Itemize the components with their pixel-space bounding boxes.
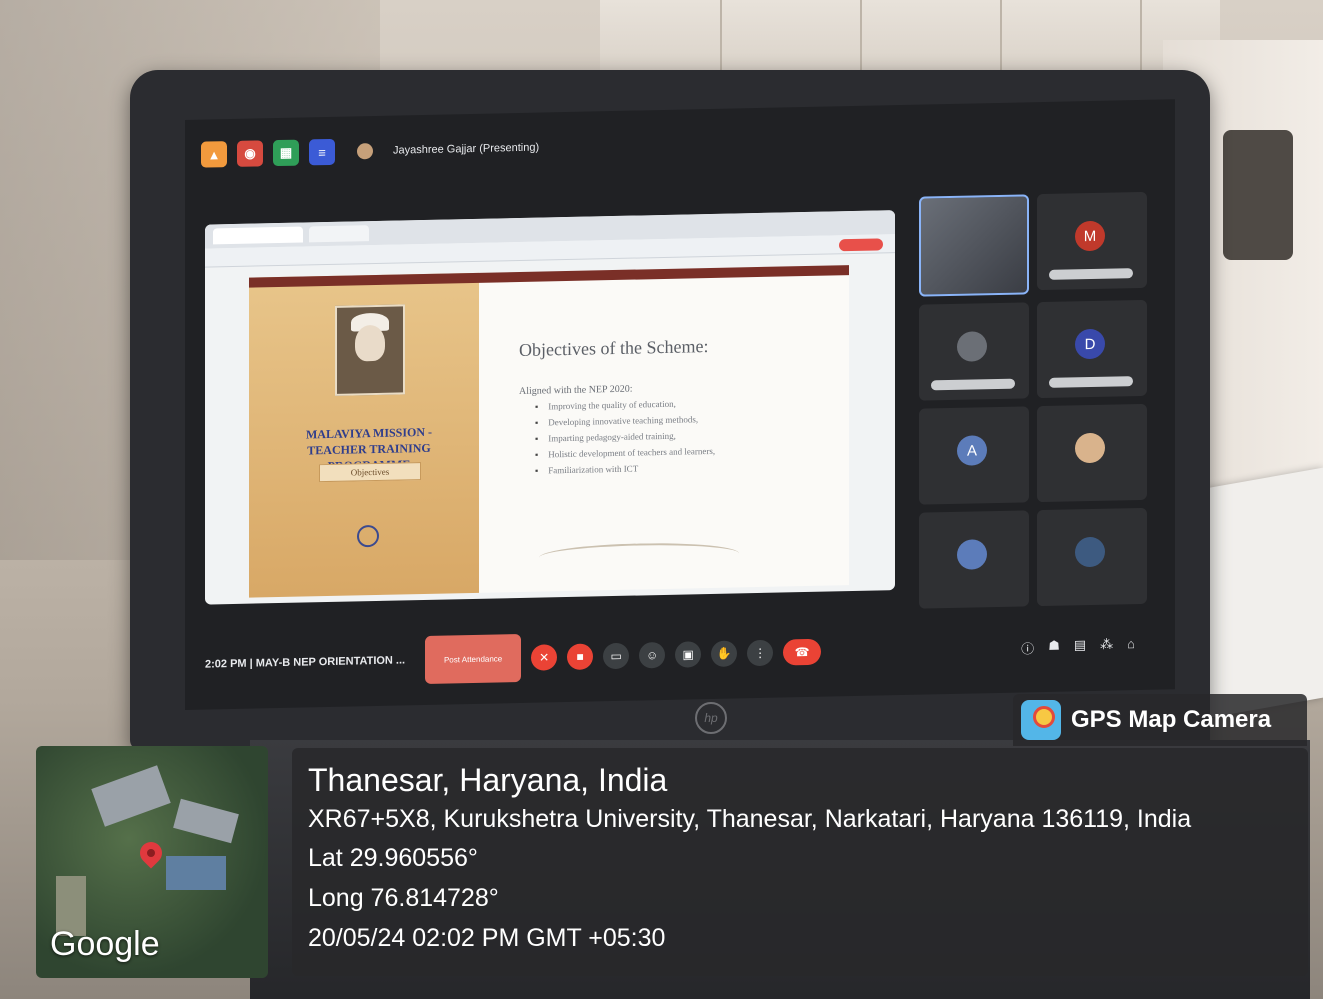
emblem-icon [357,524,379,548]
participant-tile-camera[interactable] [919,194,1029,297]
participant-grid: M D A [919,191,1149,609]
end-call-button[interactable]: ☎ [783,638,822,666]
gps-info-panel: Thanesar, Haryana, India XR67+5X8, Kuruk… [292,748,1308,976]
more-options-icon[interactable]: ⋮ [747,639,774,667]
avatar [1075,432,1105,464]
name-chip [931,378,1015,391]
list-item: Familiarization with ICT [535,462,715,482]
gps-badge-title: GPS Map Camera [1071,706,1272,733]
hp-logo: hp [695,702,727,734]
meet-screen: ▲ ◉ ▦ ≡ Jayashree Gajjar (Presenting) MA… [185,99,1175,711]
emoji-icon[interactable]: ☺ [639,641,666,669]
raise-hand-icon[interactable]: ✋ [711,640,738,667]
participant-tile[interactable] [1037,403,1147,503]
sheets-icon[interactable]: ▦ [273,139,299,167]
gps-badge: GPS Map Camera [1013,694,1307,746]
participant-tile[interactable]: D [1037,299,1147,399]
chair [1223,130,1293,260]
satellite-map-thumbnail: Google [36,746,268,978]
participant-tile[interactable]: M [1037,191,1147,291]
lock-icon[interactable]: ⌂ [1127,636,1135,655]
gps-map-camera-icon [1021,700,1061,740]
participant-tile[interactable]: A [919,406,1029,505]
address: XR67+5X8, Kurukshetra University, Thanes… [308,805,1192,833]
app-icon-orange[interactable]: ▲ [201,141,227,168]
record-icon[interactable]: ◉ [237,140,263,167]
avatar: A [957,435,987,466]
chat-icon[interactable]: ▤ [1074,637,1086,656]
place-name: Thanesar, Haryana, India [308,762,668,798]
participant-tile[interactable] [1037,507,1147,607]
participant-tile[interactable] [919,302,1029,401]
post-attendance-button[interactable]: Post Attendance [425,633,522,684]
right-controls: ⓘ ☗ ▤ ⁂ ⌂ [1021,636,1135,657]
name-chip [1049,268,1133,280]
avatar [957,331,987,362]
meet-top-bar: ▲ ◉ ▦ ≡ Jayashree Gajjar (Presenting) [201,135,539,168]
slideshow-button[interactable] [839,238,883,252]
avatar: M [1075,220,1105,252]
slide-heading: Objectives of the Scheme: [519,336,709,361]
participant-tile-others[interactable] [919,510,1029,609]
avatar: D [1075,328,1105,360]
camera-off-icon[interactable]: ■ [567,643,594,670]
slide-cover: MALAVIYA MISSION - TEACHER TRAINING PROG… [249,272,479,598]
browser-tab[interactable] [309,225,369,243]
docs-icon[interactable]: ≡ [309,138,335,166]
mic-off-icon[interactable]: ✕ [531,644,558,671]
portrait-image [335,304,405,396]
browser-tab[interactable] [213,226,303,245]
slide-subheading: Aligned with the NEP 2020: [519,383,633,398]
captions-icon[interactable]: ▭ [603,642,630,670]
meeting-time-title: 2:02 PM | MAY-B NEP ORIENTATION ... [205,654,406,671]
meet-controls: 2:02 PM | MAY-B NEP ORIENTATION ... Post… [205,620,1155,690]
avatar [957,539,987,570]
longitude: Long 76.814728° [308,884,499,912]
slide-content: Objectives of the Scheme: Aligned with t… [479,265,849,593]
latitude: Lat 29.960556° [308,844,478,872]
objective-list: Improving the quality of education, Deve… [535,398,715,482]
objectives-label: Objectives [319,462,421,483]
presenter-label: Jayashree Gajjar (Presenting) [393,141,540,157]
location-pin-icon [135,837,167,869]
presenter-avatar [357,143,373,160]
people-icon[interactable]: ☗ [1048,637,1060,656]
present-icon[interactable]: ▣ [675,641,702,668]
name-chip [1049,376,1133,388]
avatar [1075,536,1105,568]
datetime: 20/05/24 02:02 PM GMT +05:30 [308,924,666,952]
google-logo: Google [50,925,160,963]
activities-icon[interactable]: ⁂ [1100,636,1113,655]
presentation-slide: MALAVIYA MISSION - TEACHER TRAINING PROG… [249,265,849,598]
decorative-ornament [539,541,739,570]
shared-screen: MALAVIYA MISSION - TEACHER TRAINING PROG… [205,210,895,605]
info-icon[interactable]: ⓘ [1021,638,1034,657]
